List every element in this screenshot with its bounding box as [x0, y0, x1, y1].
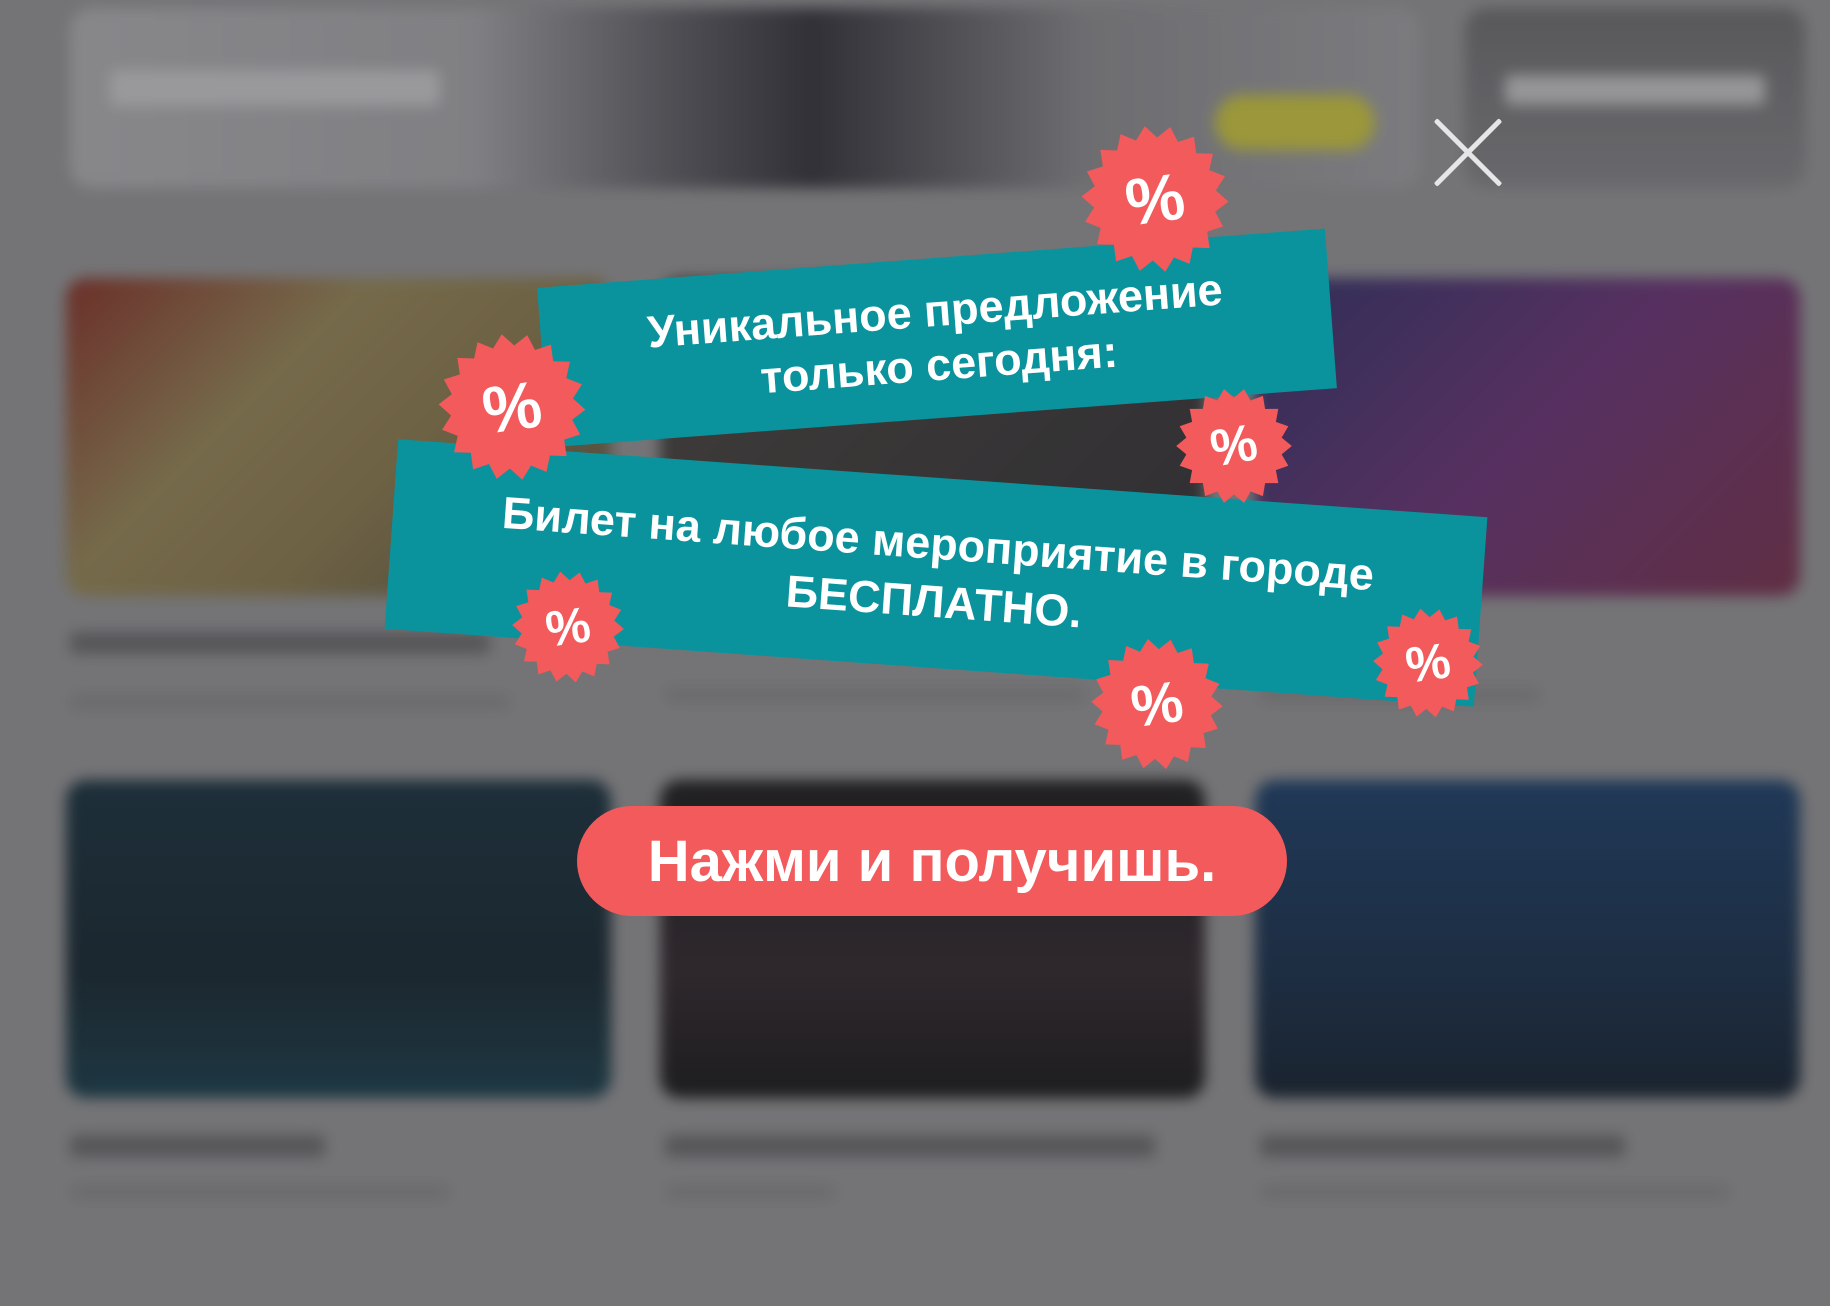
get-offer-button[interactable]: Нажми и получишь. — [577, 806, 1287, 916]
percent-badge-icon: % — [427, 322, 596, 491]
percent-badge-icon: % — [1081, 628, 1232, 779]
percent-badge-icon: % — [504, 563, 633, 692]
percent-badge-icon: % — [1166, 378, 1303, 515]
percent-badge-icon: % — [1365, 600, 1491, 726]
close-icon[interactable] — [1428, 112, 1508, 192]
percent-badge-icon: % — [1070, 114, 1239, 283]
